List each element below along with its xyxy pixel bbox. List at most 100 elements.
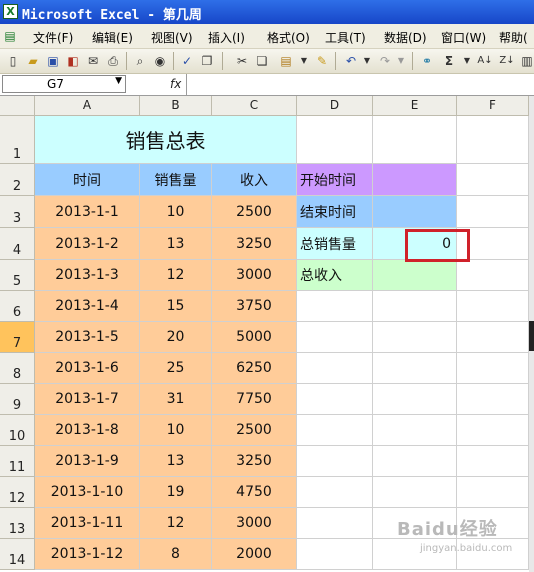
permission-icon[interactable]: ◧ [64,52,82,70]
data-cell[interactable]: 8 [140,539,212,570]
empty-cell[interactable] [457,446,529,477]
row-header-12[interactable]: 12 [0,477,35,508]
undo-dropdown-icon[interactable]: ▼ [358,52,376,70]
print-icon[interactable]: ⎙ [104,52,122,70]
data-cell[interactable]: 2013-1-11 [35,508,140,539]
menu-data[interactable]: 数据(D) [384,29,427,46]
empty-cell[interactable] [457,116,529,164]
summary-value-cell[interactable] [373,196,457,228]
empty-cell[interactable] [297,415,373,446]
menu-help[interactable]: 帮助( [499,29,528,46]
empty-cell[interactable] [297,446,373,477]
start-time-label[interactable]: 开始时间 [297,164,373,196]
empty-cell[interactable] [297,353,373,384]
data-cell[interactable]: 25 [140,353,212,384]
formula-input[interactable] [186,74,534,95]
row-header-3[interactable]: 3 [0,196,35,228]
empty-cell[interactable] [457,164,529,196]
empty-cell[interactable] [457,291,529,322]
research-icon[interactable]: ◉ [151,52,169,70]
data-cell[interactable]: 5000 [212,322,297,353]
row-header-10[interactable]: 10 [0,415,35,446]
row-header-11[interactable]: 11 [0,446,35,477]
data-cell[interactable]: 2500 [212,415,297,446]
paste-icon[interactable]: ▤ [277,52,295,70]
data-cell[interactable]: 2013-1-7 [35,384,140,415]
row-header-6[interactable]: 6 [0,291,35,322]
summary-value-cell[interactable] [373,260,457,291]
column-header-e[interactable]: E [373,96,457,116]
data-cell[interactable]: 2000 [212,539,297,570]
autosum-dropdown-icon[interactable]: ▼ [458,52,476,70]
select-all-corner[interactable] [0,96,35,116]
sort-ascending-icon[interactable]: A↓ [476,52,494,70]
format-painter-icon[interactable]: ✎ [313,52,331,70]
empty-cell[interactable] [457,477,529,508]
data-cell[interactable]: 2013-1-6 [35,353,140,384]
empty-cell[interactable] [457,260,529,291]
data-cell[interactable]: 31 [140,384,212,415]
menu-edit[interactable]: 编辑(E) [92,29,133,46]
cut-icon[interactable]: ✂ [233,52,251,70]
data-cell[interactable]: 10 [140,415,212,446]
insert-function-icon[interactable]: fx [170,77,181,91]
data-cell[interactable]: 2013-1-9 [35,446,140,477]
data-cell[interactable]: 12 [140,260,212,291]
row-header-13[interactable]: 13 [0,508,35,539]
redo-dropdown-icon[interactable]: ▼ [392,52,410,70]
row-header-4[interactable]: 4 [0,228,35,260]
menu-insert[interactable]: 插入(I) [208,29,245,46]
menu-window[interactable]: 窗口(W) [441,29,486,46]
empty-cell[interactable] [373,291,457,322]
column-header-f[interactable]: F [457,96,529,116]
data-cell[interactable]: 2013-1-4 [35,291,140,322]
data-cell[interactable]: 3000 [212,508,297,539]
column-header-d[interactable]: D [297,96,373,116]
empty-cell[interactable] [373,415,457,446]
empty-cell[interactable] [297,291,373,322]
row-header-7[interactable]: 7 [0,322,35,353]
summary-value-cell[interactable] [373,164,457,196]
menu-format[interactable]: 格式(O) [267,29,310,46]
data-cell[interactable]: 15 [140,291,212,322]
row-header-14[interactable]: 14 [0,539,35,570]
chart-wizard-icon[interactable]: ▥ [518,52,534,70]
menu-tools[interactable]: 工具(T) [325,29,366,46]
row-header-9[interactable]: 9 [0,384,35,415]
empty-cell[interactable] [297,539,373,570]
empty-cell[interactable] [373,116,457,164]
data-cell[interactable]: 2013-1-3 [35,260,140,291]
new-icon[interactable]: ▯ [4,52,22,70]
empty-cell[interactable] [373,322,457,353]
row-header-8[interactable]: 8 [0,353,35,384]
spelling-icon[interactable]: ✓ [178,52,196,70]
data-cell[interactable]: 3250 [212,228,297,260]
header-cell[interactable]: 销售量 [140,164,212,196]
hyperlink-icon[interactable]: ⚭ [418,52,436,70]
empty-cell[interactable] [373,353,457,384]
empty-cell[interactable] [457,415,529,446]
sort-descending-icon[interactable]: Z↓ [498,52,516,70]
column-header-b[interactable]: B [140,96,212,116]
name-box-dropdown-icon[interactable]: ▼ [115,76,122,86]
row-header-1[interactable]: 1 [0,116,35,164]
row-header-2[interactable]: 2 [0,164,35,196]
total-sales-label[interactable]: 总销售量 [297,228,373,260]
name-box[interactable]: G7 ▼ [2,75,126,93]
print-preview-icon[interactable]: ⌕ [131,52,149,70]
empty-cell[interactable] [373,384,457,415]
research-book-icon[interactable]: ❐ [198,52,216,70]
empty-cell[interactable] [297,322,373,353]
data-cell[interactable]: 2013-1-10 [35,477,140,508]
data-cell[interactable]: 2013-1-12 [35,539,140,570]
data-cell[interactable]: 7750 [212,384,297,415]
data-cell[interactable]: 10 [140,196,212,228]
empty-cell[interactable] [297,384,373,415]
header-cell[interactable]: 时间 [35,164,140,196]
data-cell[interactable]: 3000 [212,260,297,291]
save-icon[interactable]: ▣ [44,52,62,70]
copy-icon[interactable]: ❏ [253,52,271,70]
data-cell[interactable]: 2013-1-5 [35,322,140,353]
empty-cell[interactable] [457,353,529,384]
empty-cell[interactable] [373,446,457,477]
